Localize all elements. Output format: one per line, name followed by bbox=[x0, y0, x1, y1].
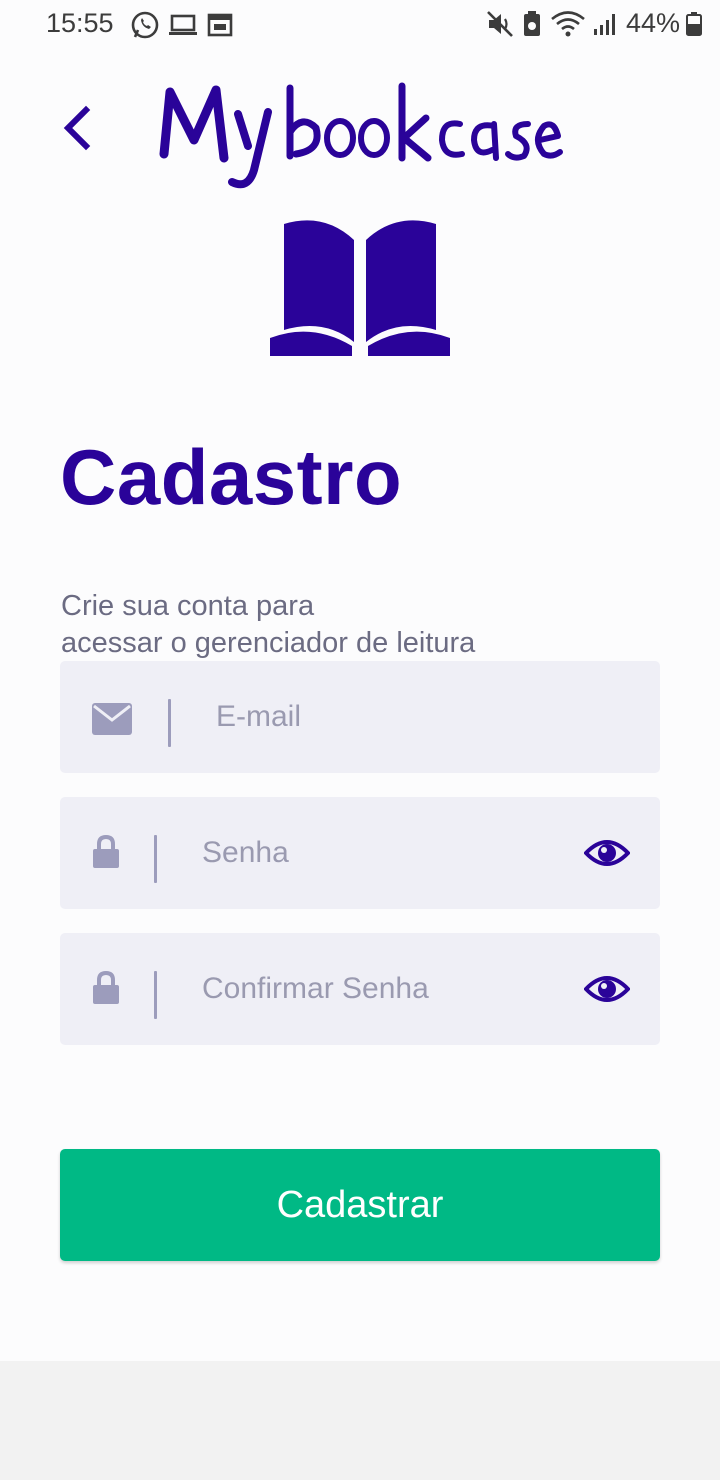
status-time: 15:55 bbox=[46, 8, 114, 38]
confirm-password-input[interactable] bbox=[202, 933, 562, 1045]
battery-percentage: 44% bbox=[625, 8, 680, 38]
subtitle-line-1: Crie sua conta para bbox=[61, 590, 315, 622]
eye-icon[interactable] bbox=[584, 833, 630, 873]
confirm-password-field[interactable] bbox=[60, 933, 660, 1045]
mute-icon bbox=[487, 10, 513, 37]
page-title: Cadastro bbox=[60, 433, 403, 521]
email-input[interactable] bbox=[216, 661, 636, 773]
lock-icon bbox=[93, 835, 119, 868]
password-input[interactable] bbox=[202, 797, 562, 909]
signal-icon bbox=[593, 13, 615, 35]
battery-saver-icon bbox=[523, 10, 540, 36]
field-divider bbox=[154, 835, 157, 883]
field-divider bbox=[168, 699, 171, 747]
whatsapp-icon bbox=[131, 11, 159, 39]
open-book-icon bbox=[270, 220, 450, 356]
lock-icon bbox=[93, 971, 119, 1004]
field-divider bbox=[154, 971, 157, 1019]
envelope-icon bbox=[92, 703, 132, 735]
back-button[interactable] bbox=[54, 104, 102, 152]
password-field[interactable] bbox=[60, 797, 660, 909]
cadastrar-button[interactable]: Cadastrar bbox=[60, 1149, 660, 1261]
battery-icon bbox=[686, 11, 702, 36]
wifi-icon bbox=[551, 10, 585, 36]
calendar-icon bbox=[207, 13, 233, 37]
navigation-bar-area bbox=[0, 1361, 720, 1480]
my-bookcase-logo bbox=[159, 82, 563, 189]
chevron-left-icon bbox=[63, 105, 91, 151]
page-subtitle: Crie sua conta para acessar o gerenciado… bbox=[61, 588, 475, 662]
email-field[interactable] bbox=[60, 661, 660, 773]
subtitle-line-2: acessar o gerenciador de leitura bbox=[61, 627, 476, 659]
status-bar: 15:55 44% bbox=[0, 0, 720, 52]
eye-icon[interactable] bbox=[584, 969, 630, 1009]
laptop-icon bbox=[169, 14, 197, 35]
